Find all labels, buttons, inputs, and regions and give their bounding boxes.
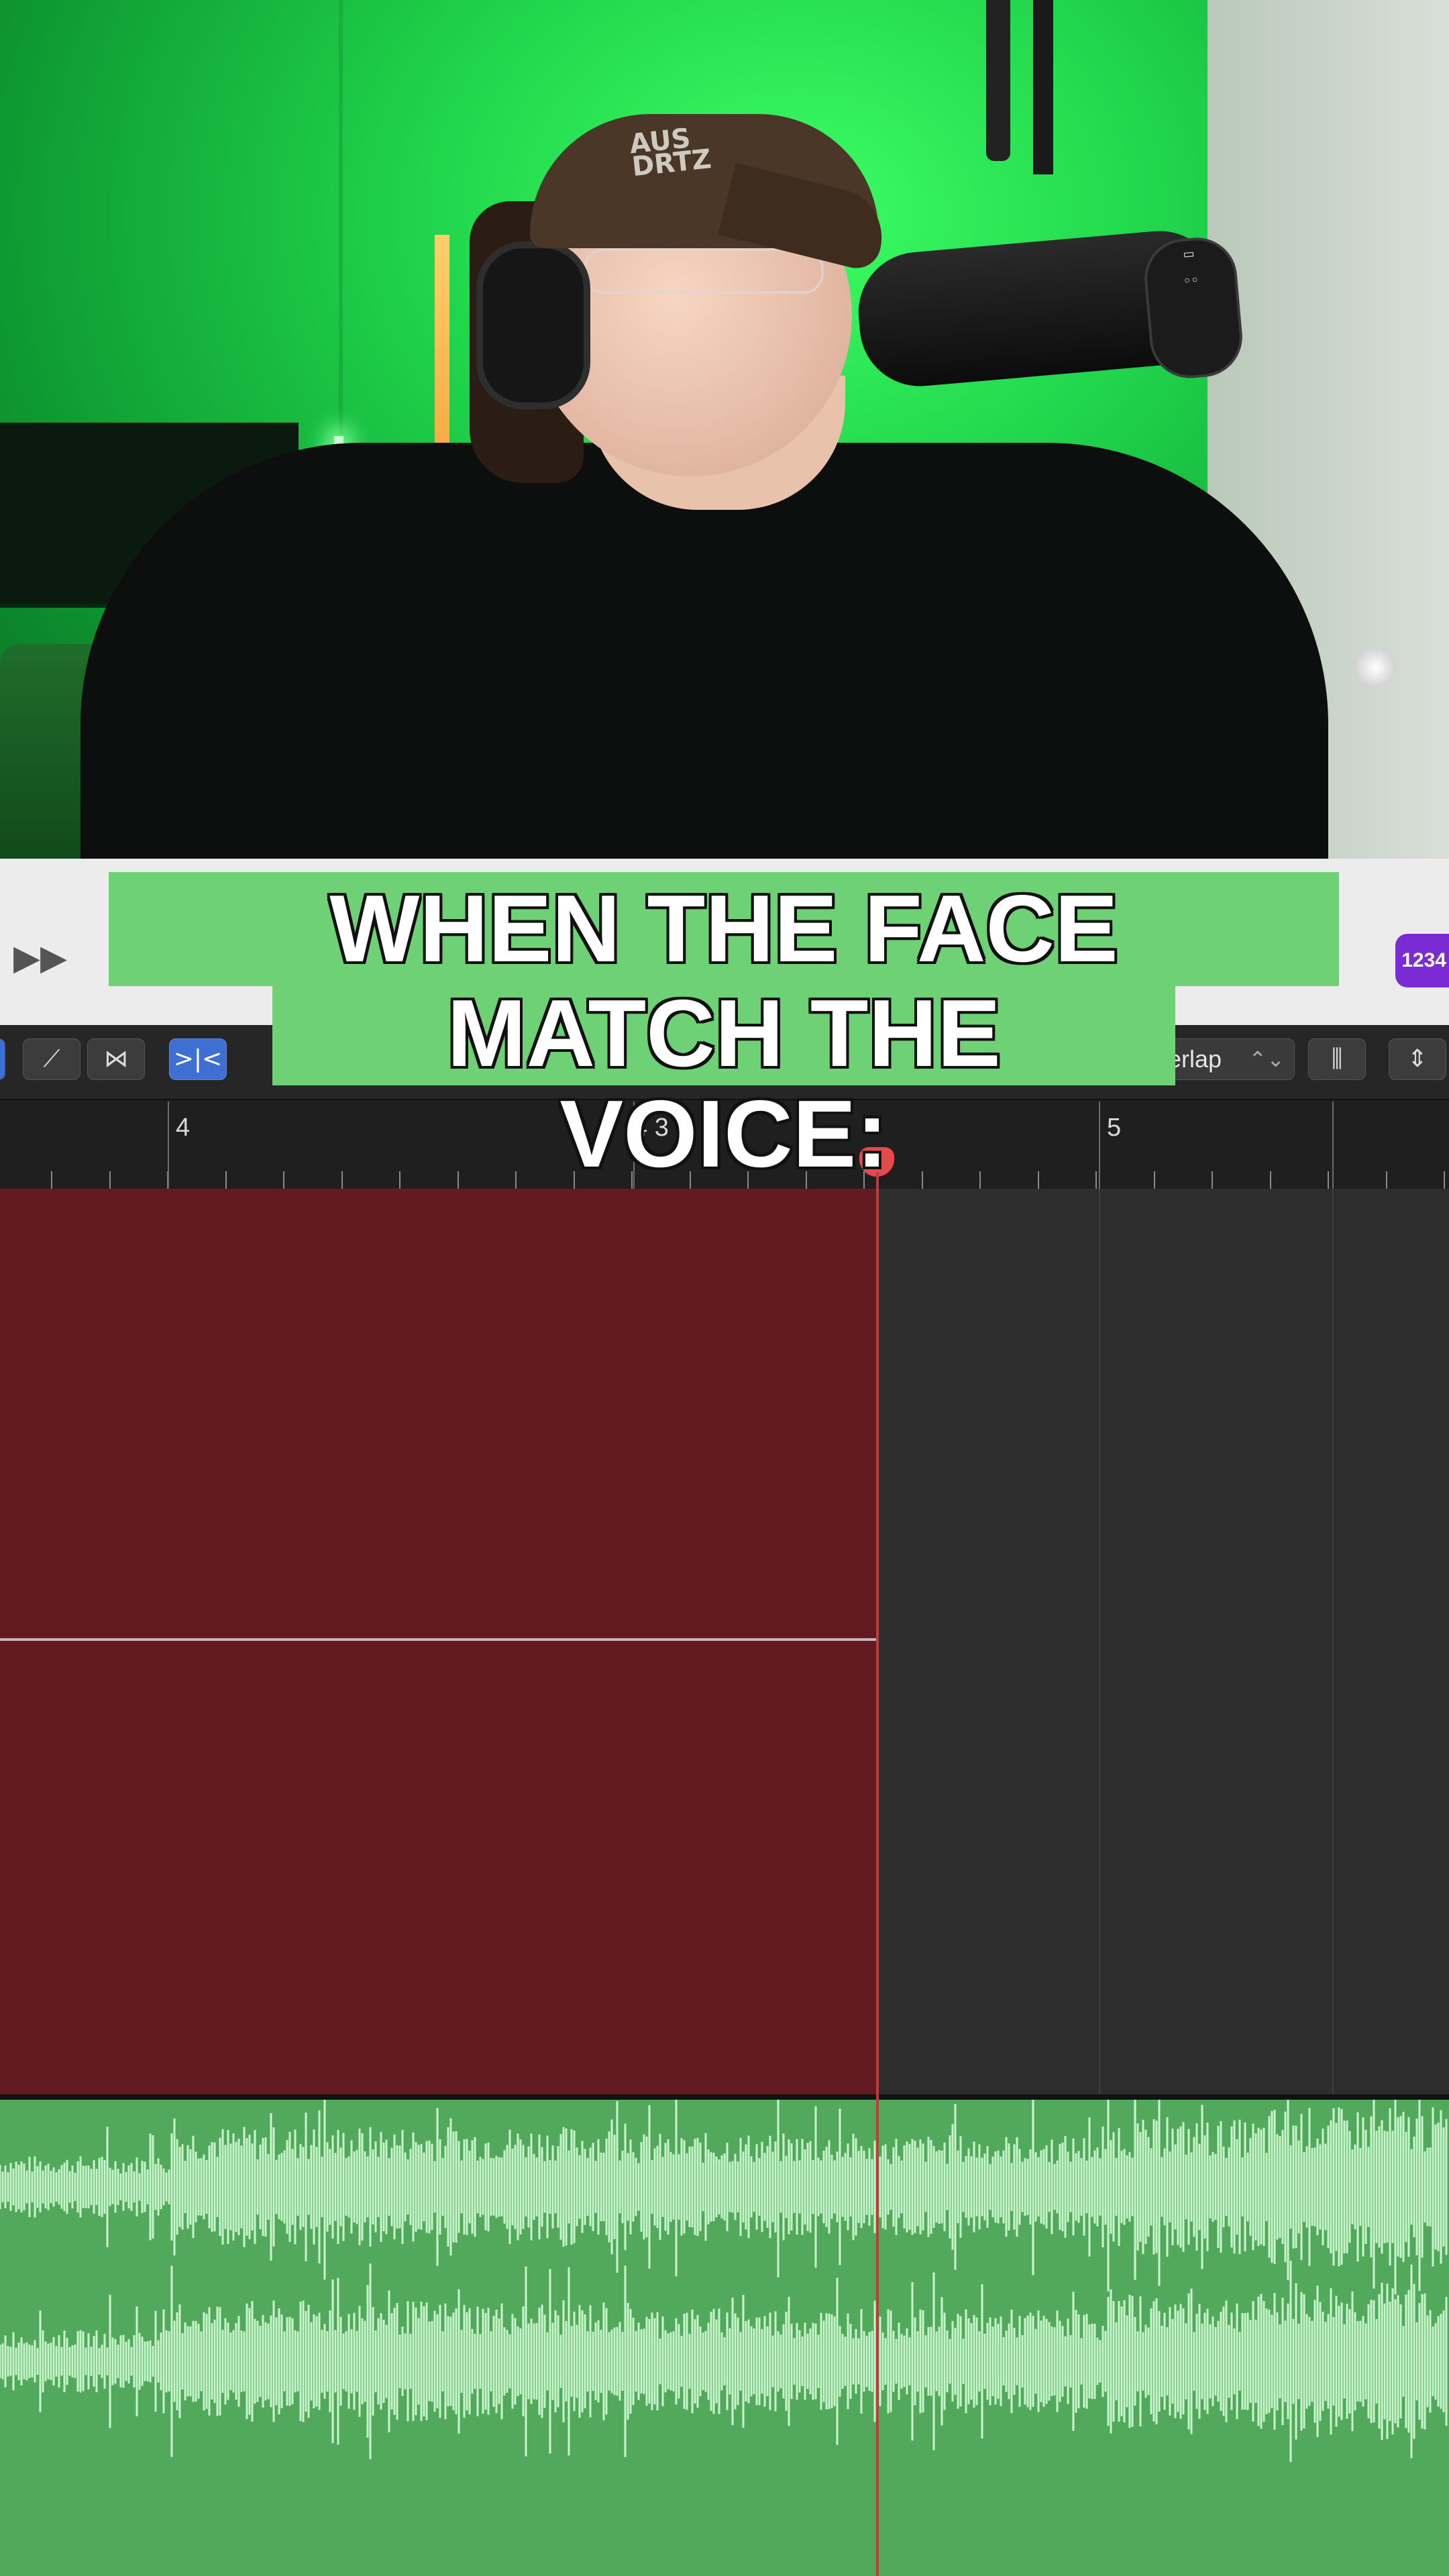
audio-region-red[interactable] <box>0 1189 877 2094</box>
automation-icon[interactable]: ⟋ <box>23 1038 80 1080</box>
ruler-tick <box>341 1171 343 1189</box>
mic-stand <box>986 0 1010 161</box>
microphone-logo: ▭ ◦◦ <box>1141 234 1246 382</box>
ruler-tick <box>1154 1171 1155 1189</box>
ruler-major-tick <box>1099 1102 1100 1189</box>
ruler-major-tick <box>168 1102 169 1189</box>
flex-icon[interactable]: ⋈ <box>87 1038 145 1080</box>
ruler-tick <box>225 1171 227 1189</box>
ruler-tick <box>922 1171 923 1189</box>
ruler-tick <box>1095 1171 1097 1189</box>
waveform-channel <box>0 2260 1448 2463</box>
mic-boom <box>1033 0 1053 174</box>
ruler-tick <box>109 1171 111 1189</box>
glasses <box>584 248 824 294</box>
chevron-updown-icon: ⌃⌄ <box>1248 1047 1285 1071</box>
track-lane-empty[interactable] <box>877 1189 1449 2094</box>
fast-forward-icon[interactable]: ▶▶ <box>13 936 74 979</box>
waveform-channel <box>0 2100 1448 2295</box>
region-center-line <box>0 1638 877 1641</box>
ruler-tick <box>1328 1171 1329 1189</box>
ruler-tick <box>515 1171 517 1189</box>
ruler-tick <box>979 1171 981 1189</box>
ruler-major-tick <box>1332 1102 1334 1189</box>
webcam-video: AUS DRTZ ▭ ◦◦ <box>0 0 1449 859</box>
ruler-tick <box>458 1171 459 1189</box>
ruler-tick <box>399 1171 400 1189</box>
door-knob <box>1355 647 1395 688</box>
lcd-display[interactable]: 1234 <box>1395 934 1449 987</box>
grid-line <box>1332 1189 1334 2094</box>
bar-number: 4 <box>176 1114 191 1142</box>
ruler-tick <box>51 1171 52 1189</box>
grid-line <box>1099 1189 1100 2094</box>
track-separator <box>0 2094 1449 2100</box>
audio-region-green[interactable] <box>0 2100 1449 2576</box>
caption-line-1: WHEN THE FACE DOESN'T <box>109 872 1339 1080</box>
ruler-tick <box>1212 1171 1213 1189</box>
headphones <box>476 241 590 409</box>
caption-line-2: MATCH THE VOICE: <box>272 983 1175 1185</box>
catch-playhead-icon[interactable]: >|< <box>169 1038 227 1080</box>
waveform-zoom-icon[interactable]: ⫼ <box>1308 1038 1366 1080</box>
bar-number: 5 <box>1107 1114 1122 1142</box>
ruler-tick <box>1444 1171 1445 1189</box>
ruler-tick <box>1386 1171 1387 1189</box>
waveform <box>0 2100 1448 2463</box>
drag-mode-label: erlap <box>1168 1045 1222 1073</box>
toolbar-button-clipped[interactable] <box>0 1038 5 1080</box>
playhead[interactable] <box>876 1173 879 2576</box>
ruler-tick <box>283 1171 284 1189</box>
vertical-zoom-icon[interactable]: ⇕ <box>1389 1038 1446 1080</box>
ruler-tick <box>1038 1171 1039 1189</box>
ruler-tick <box>1270 1171 1271 1189</box>
